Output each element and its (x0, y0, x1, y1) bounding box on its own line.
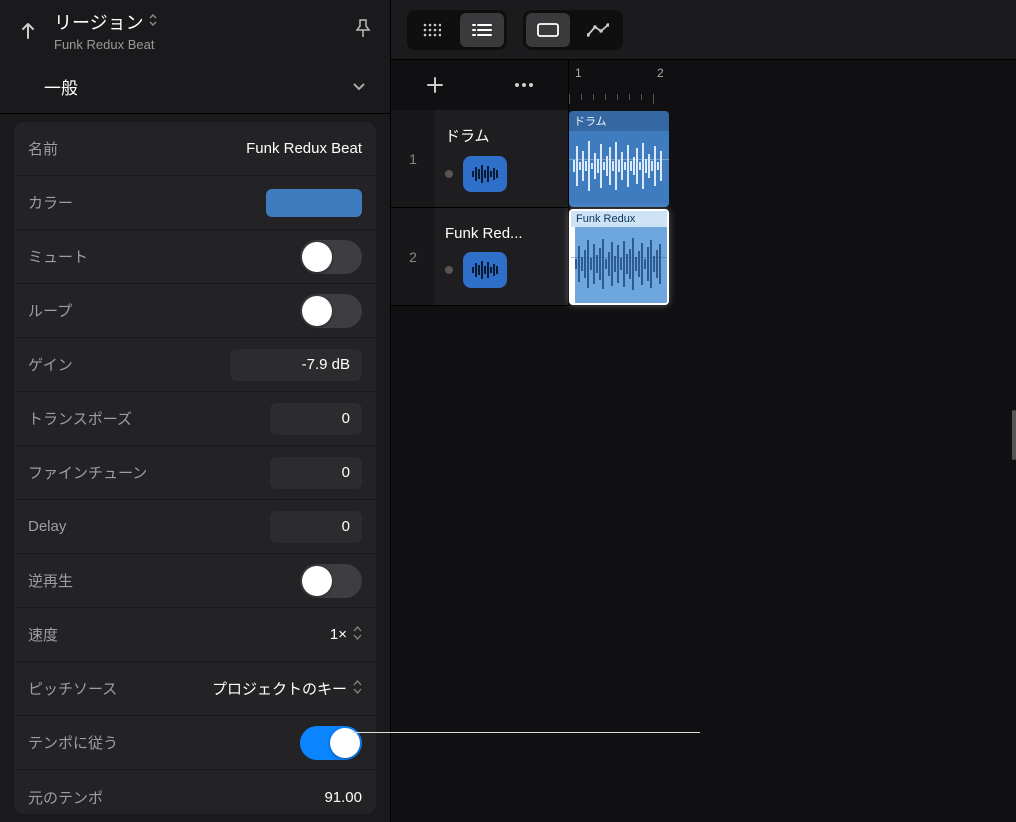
add-track-button[interactable] (417, 67, 453, 103)
reverse-toggle[interactable] (300, 564, 362, 598)
prop-speed: 速度 1× (14, 608, 376, 662)
track-headers: 1 ドラム 2 Funk Red... (391, 110, 569, 306)
delay-field[interactable]: 0 (270, 511, 362, 543)
tracks-body: 1 ドラム 2 Funk Red... (391, 110, 1016, 306)
track-name: Funk Red... (445, 225, 555, 242)
pin-icon[interactable] (354, 18, 372, 43)
inspector-subtitle: Funk Redux Beat (54, 37, 354, 52)
prop-label: 速度 (28, 624, 58, 645)
section-title: 一般 (44, 74, 78, 99)
stepper-icon[interactable] (353, 680, 362, 697)
view-mode-group (407, 10, 507, 50)
prop-label: ゲイン (28, 354, 73, 375)
timeline[interactable]: ドラム Funk Redux (569, 110, 1016, 306)
mute-toggle[interactable] (300, 240, 362, 274)
track-number: 2 (391, 208, 435, 305)
loop-toggle[interactable] (300, 294, 362, 328)
waveform-icon (472, 261, 498, 279)
finetune-field[interactable]: 0 (270, 457, 362, 489)
prop-label: 元のテンポ (28, 787, 103, 808)
prop-label: テンポに従う (28, 732, 118, 753)
ruler-marker: 1 (575, 66, 582, 80)
region-mode-button[interactable] (526, 13, 570, 47)
prop-name: 名前 Funk Redux Beat (14, 122, 376, 176)
tracks-area: 1 2 1 ドラム (391, 0, 1016, 822)
prop-label: 逆再生 (28, 570, 73, 591)
region-waveform (575, 229, 663, 299)
inspector-title[interactable]: リージョン (54, 9, 144, 35)
prop-color: カラー (14, 176, 376, 230)
prop-gain: ゲイン -7.9 dB (14, 338, 376, 392)
more-options-button[interactable] (506, 67, 542, 103)
prop-transpose: トランスポーズ 0 (14, 392, 376, 446)
name-value[interactable]: Funk Redux Beat (246, 140, 362, 157)
followtempo-toggle[interactable] (300, 726, 362, 760)
back-arrow-icon[interactable] (18, 19, 38, 41)
track-header[interactable]: 1 ドラム (391, 110, 569, 208)
prop-label: カラー (28, 192, 73, 213)
tracks-toolbar (391, 0, 1016, 60)
prop-label: Delay (28, 518, 66, 535)
prop-loop: ループ (14, 284, 376, 338)
ruler-marker: 2 (657, 66, 664, 80)
region-label: ドラム (569, 111, 669, 131)
prop-origtempo: 元のテンポ 91.00 (14, 770, 376, 814)
ruler-ticks (569, 94, 1016, 104)
prop-followtempo: テンポに従う (14, 716, 376, 770)
list-view-button[interactable] (460, 13, 504, 47)
properties-list: 名前 Funk Redux Beat カラー ミュート ループ ゲイン -7.9… (14, 122, 376, 814)
speed-value[interactable]: 1× (330, 626, 347, 643)
audio-region[interactable]: ドラム (569, 111, 669, 207)
region-label: Funk Redux (571, 211, 667, 227)
track-header[interactable]: 2 Funk Red... (391, 208, 569, 306)
prop-label: ミュート (28, 246, 88, 267)
prop-label: ループ (28, 300, 72, 321)
region-inspector: リージョン Funk Redux Beat 一般 名前 Funk Redux B… (0, 0, 391, 822)
stepper-icon[interactable] (353, 626, 362, 643)
track-type-icon[interactable] (463, 252, 507, 288)
automation-mode-button[interactable] (576, 13, 620, 47)
track-enable-dot[interactable] (445, 170, 453, 178)
sort-icon[interactable] (148, 13, 158, 30)
prop-label: トランスポーズ (28, 408, 132, 429)
timeline-ruler[interactable]: 1 2 (569, 60, 1016, 110)
prop-delay: Delay 0 (14, 500, 376, 554)
origtempo-value: 91.00 (324, 789, 362, 806)
region-waveform (573, 129, 665, 203)
inspector-header: リージョン Funk Redux Beat (0, 0, 390, 60)
waveform-icon (472, 165, 498, 183)
vertical-scrollbar[interactable] (1012, 410, 1016, 460)
edit-mode-group (523, 10, 623, 50)
track-number: 1 (391, 110, 435, 207)
grid-view-button[interactable] (410, 13, 454, 47)
audio-region-selected[interactable]: Funk Redux (569, 209, 669, 305)
prop-mute: ミュート (14, 230, 376, 284)
color-swatch[interactable] (266, 189, 362, 217)
prop-label: ピッチソース (28, 678, 117, 699)
section-general-header[interactable]: 一般 (0, 60, 390, 114)
track-name: ドラム (445, 125, 555, 146)
tracks-subheader: 1 2 (391, 60, 1016, 110)
track-enable-dot[interactable] (445, 266, 453, 274)
prop-reverse: 逆再生 (14, 554, 376, 608)
transpose-field[interactable]: 0 (270, 403, 362, 435)
track-type-icon[interactable] (463, 156, 507, 192)
prop-label: 名前 (28, 138, 58, 159)
chevron-down-icon (352, 79, 366, 95)
prop-finetune: ファインチューン 0 (14, 446, 376, 500)
prop-label: ファインチューン (28, 462, 147, 483)
gain-field[interactable]: -7.9 dB (230, 349, 362, 381)
prop-pitchsource: ピッチソース プロジェクトのキー (14, 662, 376, 716)
pitchsource-value[interactable]: プロジェクトのキー (212, 678, 347, 699)
